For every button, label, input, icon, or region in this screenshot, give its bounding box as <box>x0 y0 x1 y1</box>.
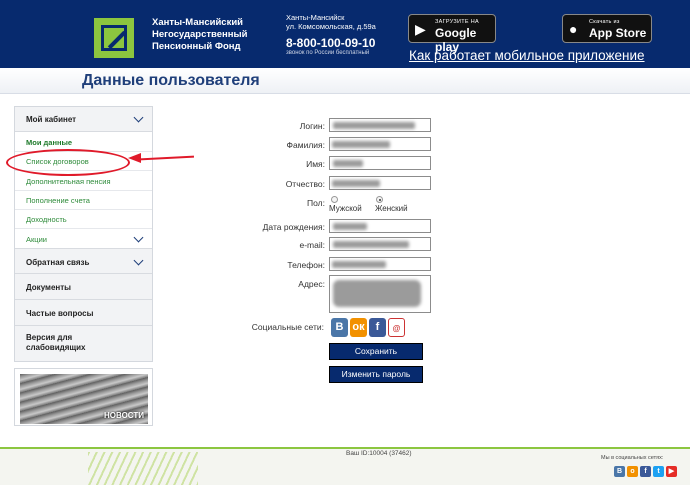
sidebar-item-extra-pension[interactable]: Дополнительная пенсия <box>26 177 111 186</box>
divider <box>15 190 152 191</box>
address-street: ул. Комсомольская, д.59а <box>286 22 376 31</box>
gender-female-radio[interactable] <box>376 196 383 203</box>
facebook-icon[interactable]: f <box>369 318 386 337</box>
email-label: e-mail: <box>299 240 325 250</box>
redacted-value <box>333 122 415 129</box>
surname-field[interactable] <box>329 137 431 151</box>
sidebar-item-cabinet[interactable]: Мой кабинет <box>15 107 152 132</box>
sidebar-item-feedback[interactable]: Обратная связь <box>15 248 152 274</box>
apple-icon: ● <box>569 21 578 37</box>
hotline-phone[interactable]: 8-800-100-09-10 <box>286 36 375 50</box>
email-field[interactable] <box>329 237 431 251</box>
name-label: Имя: <box>306 159 325 169</box>
address-city: Ханты-Мансийск <box>286 13 345 22</box>
facebook-icon[interactable]: f <box>640 466 651 477</box>
sidebar-item-my-data[interactable]: Мои данные <box>26 138 72 147</box>
vk-icon[interactable]: В <box>614 466 625 477</box>
sidebar-item-documents[interactable]: Документы <box>15 274 152 300</box>
google-play-small-text: ЗАГРУЗИТЕ НА <box>435 19 479 25</box>
chevron-down-icon <box>133 112 144 123</box>
annotation-ellipse <box>6 149 130 176</box>
sidebar-item-yield[interactable]: Доходность <box>26 215 67 224</box>
patronymic-field[interactable] <box>329 176 431 190</box>
logo-stripe <box>107 30 127 50</box>
odnoklassniki-icon[interactable]: ок <box>350 318 367 337</box>
divider <box>15 209 152 210</box>
gender-female-label: Женский <box>375 204 408 213</box>
change-password-button[interactable]: Изменить пароль <box>329 366 423 383</box>
user-id: Ваш ID:10004 (37462) <box>346 450 412 457</box>
org-name: Ханты-Мансийский Негосударственный Пенси… <box>152 17 248 52</box>
login-label: Логин: <box>299 121 325 131</box>
phone-note: звонок по России бесплатный <box>286 50 370 56</box>
sidebar-item-topup[interactable]: Пополнение счета <box>26 196 90 205</box>
name-field[interactable] <box>329 156 431 170</box>
odnoklassniki-icon[interactable]: о <box>627 466 638 477</box>
app-store-small-text: Скачать из <box>589 19 620 25</box>
fund-logo[interactable] <box>94 18 134 58</box>
sidebar-item-label: Документы <box>26 283 71 292</box>
divider <box>15 228 152 229</box>
save-button[interactable]: Сохранить <box>329 343 423 360</box>
redacted-value <box>333 241 409 248</box>
sidebar-item-label: Версия для слабовидящих <box>26 333 86 352</box>
phone-field[interactable] <box>329 257 431 271</box>
gender-male-radio[interactable] <box>331 196 338 203</box>
page-title: Данные пользователя <box>82 72 260 89</box>
address: Ханты-Мансийск ул. Комсомольская, д.59а <box>286 13 376 31</box>
birthdate-field[interactable] <box>329 219 431 233</box>
phone-label: Телефон: <box>287 260 325 270</box>
login-field[interactable] <box>329 118 431 132</box>
sidebar-item-label: Обратная связь <box>26 258 90 267</box>
redacted-value <box>332 180 380 187</box>
chevron-down-icon[interactable] <box>133 232 144 243</box>
sidebar-item-label: Частые вопросы <box>26 309 94 318</box>
twitter-icon[interactable]: t <box>653 466 664 477</box>
app-store-button[interactable]: ● Скачать из App Store <box>562 14 652 43</box>
footer-social-text: Мы в социальных сетях: <box>601 455 664 461</box>
mobile-app-link[interactable]: Как работает мобильное приложение <box>409 48 645 63</box>
redacted-value <box>332 261 386 268</box>
logo-frame <box>101 25 127 51</box>
sidebar-item-faq[interactable]: Частые вопросы <box>15 300 152 326</box>
youtube-icon[interactable]: ▶ <box>666 466 677 477</box>
address-label: Адрес: <box>298 279 325 289</box>
birthdate-label: Дата рождения: <box>262 222 325 232</box>
app-store-big-text: App Store <box>589 26 647 40</box>
redacted-value <box>333 160 363 167</box>
sidebar-item-promotions[interactable]: Акции <box>26 235 47 244</box>
sidebar: Мой кабинет Мои данные Список договоров … <box>14 106 153 362</box>
gender-male-label: Мужской <box>329 204 362 213</box>
gender-label: Пол: <box>307 198 325 208</box>
sidebar-item-label: Мой кабинет <box>26 115 77 124</box>
redacted-value <box>332 141 390 148</box>
footer-decoration <box>88 452 198 485</box>
google-play-button[interactable]: ▶ ЗАГРУЗИТЕ НА Google play <box>408 14 496 54</box>
news-label: НОВОСТИ <box>103 411 144 420</box>
vk-icon[interactable]: В <box>331 318 348 337</box>
sidebar-item-accessible[interactable]: Версия для слабовидящих <box>15 326 152 361</box>
google-play-icon: ▶ <box>415 21 426 37</box>
social-label: Социальные сети: <box>251 322 324 332</box>
patronymic-label: Отчество: <box>285 179 325 189</box>
chevron-down-icon <box>133 255 144 266</box>
address-field[interactable] <box>329 275 431 313</box>
news-banner[interactable]: НОВОСТИ <box>14 368 153 426</box>
redacted-value <box>333 223 367 230</box>
surname-label: Фамилия: <box>286 140 325 150</box>
mail-icon[interactable]: @ <box>388 318 405 337</box>
redacted-value <box>333 280 421 307</box>
